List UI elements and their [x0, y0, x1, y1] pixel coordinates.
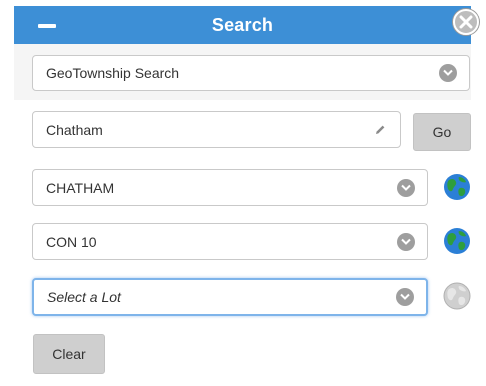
chevron-down-icon — [397, 178, 415, 197]
pencil-icon — [374, 123, 386, 139]
chevron-down-icon — [397, 232, 415, 251]
search-type-value: GeoTownship Search — [46, 65, 180, 81]
concession-select-value: CON 10 — [46, 233, 97, 250]
concession-zoom-globe-icon[interactable] — [443, 227, 471, 255]
township-search-input[interactable]: Chatham — [32, 111, 401, 148]
concession-select[interactable]: CON 10 — [32, 223, 428, 260]
township-zoom-globe-icon[interactable] — [443, 173, 471, 201]
clear-button[interactable]: Clear — [33, 334, 105, 374]
township-select[interactable]: CHATHAM — [32, 169, 428, 206]
lot-select[interactable]: Select a Lot — [32, 278, 428, 316]
search-panel-header: Search — [14, 6, 471, 44]
township-input-value: Chatham — [46, 122, 103, 138]
lot-select-placeholder: Select a Lot — [47, 289, 121, 305]
chevron-down-icon — [396, 288, 414, 306]
lot-zoom-globe-icon-disabled — [443, 282, 471, 310]
close-icon[interactable] — [453, 9, 479, 35]
panel-title: Search — [211, 15, 274, 35]
go-button[interactable]: Go — [413, 113, 471, 151]
chevron-down-icon — [439, 64, 457, 82]
township-select-value: CHATHAM — [46, 179, 115, 196]
search-type-select[interactable]: GeoTownship Search — [32, 55, 470, 91]
